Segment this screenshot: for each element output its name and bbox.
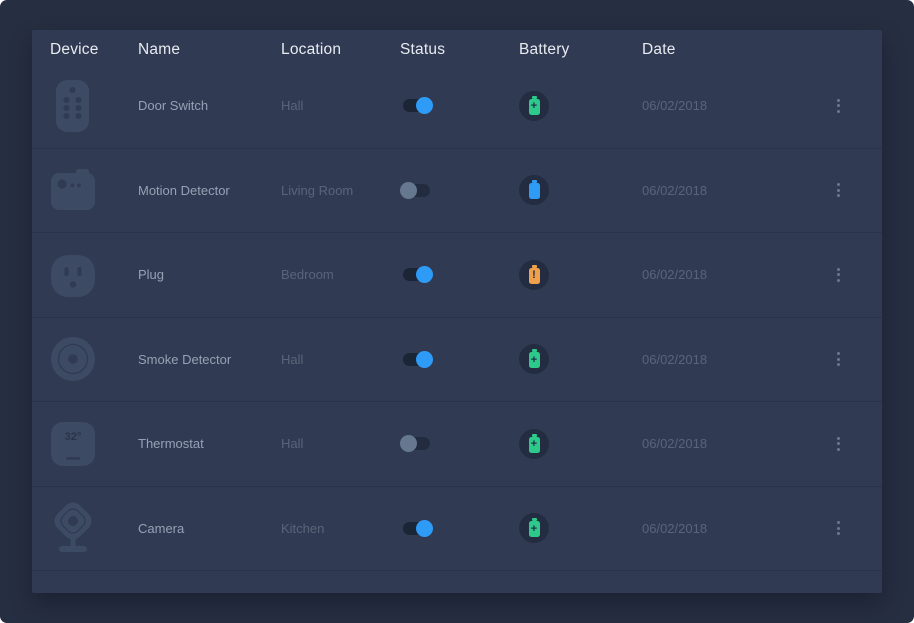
motion-detector-icon bbox=[50, 162, 96, 218]
table-row: Door Switch Hall + 06/02/2018 bbox=[32, 64, 882, 149]
more-options-icon[interactable] bbox=[828, 177, 848, 203]
door-switch-icon bbox=[50, 78, 96, 134]
toggle-knob bbox=[400, 435, 417, 452]
status-toggle[interactable] bbox=[403, 522, 430, 535]
thermostat-icon: 32° bbox=[50, 416, 96, 472]
more-options-icon[interactable] bbox=[828, 346, 848, 372]
table-row: 32° Thermostat Hall + 06/02/2018 bbox=[32, 402, 882, 487]
device-location: Living Room bbox=[281, 183, 400, 198]
device-location: Bedroom bbox=[281, 267, 400, 282]
smoke-detector-icon bbox=[50, 331, 96, 387]
status-toggle[interactable] bbox=[403, 268, 430, 281]
device-date: 06/02/2018 bbox=[642, 98, 822, 113]
table-row: Smoke Detector Hall + 06/02/2018 bbox=[32, 318, 882, 403]
column-header-device: Device bbox=[50, 41, 138, 59]
device-name: Smoke Detector bbox=[138, 352, 281, 367]
column-header-location: Location bbox=[281, 41, 400, 59]
table-header-row: Device Name Location Status Battery Date bbox=[32, 30, 882, 64]
toggle-knob bbox=[416, 266, 433, 283]
device-name: Door Switch bbox=[138, 98, 281, 113]
more-options-icon[interactable] bbox=[828, 515, 848, 541]
app-window: Device Name Location Status Battery Date… bbox=[0, 0, 914, 623]
device-date: 06/02/2018 bbox=[642, 436, 822, 451]
more-options-icon[interactable] bbox=[828, 262, 848, 288]
device-name: Plug bbox=[138, 267, 281, 282]
toggle-knob bbox=[416, 351, 433, 368]
device-date: 06/02/2018 bbox=[642, 352, 822, 367]
status-toggle[interactable] bbox=[403, 184, 430, 197]
more-options-icon[interactable] bbox=[828, 431, 848, 457]
device-name: Thermostat bbox=[138, 436, 281, 451]
table-row: Plug Bedroom ! 06/02/2018 bbox=[32, 233, 882, 318]
column-header-battery: Battery bbox=[519, 41, 642, 59]
battery-icon: + bbox=[519, 429, 549, 459]
status-toggle[interactable] bbox=[403, 437, 430, 450]
table-row: Camera Kitchen + 06/02/2018 bbox=[32, 487, 882, 572]
device-date: 06/02/2018 bbox=[642, 521, 822, 536]
battery-icon bbox=[519, 175, 549, 205]
more-options-icon[interactable] bbox=[828, 93, 848, 119]
column-header-status: Status bbox=[400, 41, 519, 59]
column-header-date: Date bbox=[642, 41, 822, 59]
thermostat-reading: 32° bbox=[65, 431, 82, 443]
device-date: 06/02/2018 bbox=[642, 183, 822, 198]
plug-icon bbox=[50, 247, 96, 303]
devices-table: Device Name Location Status Battery Date… bbox=[32, 30, 882, 593]
device-name: Motion Detector bbox=[138, 183, 281, 198]
toggle-knob bbox=[416, 520, 433, 537]
device-location: Hall bbox=[281, 98, 400, 113]
battery-icon: + bbox=[519, 513, 549, 543]
table-row: Motion Detector Living Room 06/02/2018 bbox=[32, 149, 882, 234]
device-location: Hall bbox=[281, 436, 400, 451]
toggle-knob bbox=[400, 182, 417, 199]
battery-icon: + bbox=[519, 91, 549, 121]
status-toggle[interactable] bbox=[403, 353, 430, 366]
device-location: Kitchen bbox=[281, 521, 400, 536]
device-date: 06/02/2018 bbox=[642, 267, 822, 282]
battery-icon: ! bbox=[519, 260, 549, 290]
camera-icon bbox=[50, 500, 96, 556]
device-name: Camera bbox=[138, 521, 281, 536]
device-location: Hall bbox=[281, 352, 400, 367]
toggle-knob bbox=[416, 97, 433, 114]
column-header-name: Name bbox=[138, 41, 281, 59]
battery-icon: + bbox=[519, 344, 549, 374]
status-toggle[interactable] bbox=[403, 99, 430, 112]
